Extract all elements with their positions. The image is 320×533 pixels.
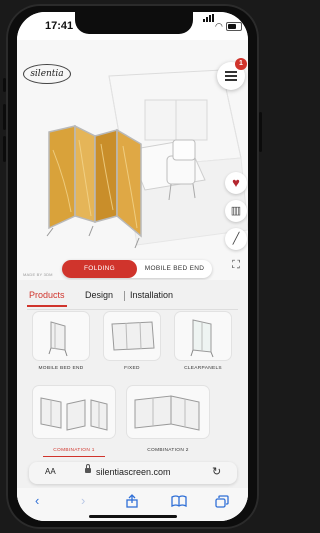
toggle-folding[interactable]: FOLDING	[62, 260, 137, 278]
chevron-left-icon: ‹	[35, 493, 40, 508]
notification-badge: 1	[235, 58, 247, 70]
lock-icon	[85, 464, 91, 473]
combination-1-thumbnail	[40, 397, 108, 431]
reader-options-button[interactable]: AA	[45, 467, 56, 476]
url-text[interactable]: silentiascreen.com	[96, 467, 171, 477]
product-label-fixed[interactable]: FIXED	[98, 366, 166, 371]
battery-icon	[226, 22, 242, 31]
fullscreen-icon: ⛶	[232, 259, 240, 271]
volume-up-button	[3, 104, 6, 130]
product-label-mobile-bed-end[interactable]: MOBILE BED END	[27, 366, 95, 371]
product-card-combination-2[interactable]	[127, 386, 209, 438]
forward-button[interactable]: ›	[81, 493, 85, 508]
chevron-right-icon: ›	[81, 493, 86, 508]
hamburger-icon	[225, 71, 237, 73]
browser-toolbar: ‹ ›	[17, 488, 248, 521]
toggle-mobile-bed-end[interactable]: MOBILE BED END	[137, 260, 212, 278]
tabs-icon	[215, 495, 229, 508]
product-card-fixed[interactable]	[104, 312, 160, 360]
tab-separator	[124, 291, 125, 301]
product-type-toggle[interactable]: FOLDING MOBILE BED END	[62, 260, 212, 278]
reload-icon[interactable]: ↻	[212, 465, 221, 478]
tabs-button[interactable]	[215, 495, 229, 511]
share-icon	[126, 494, 138, 508]
wifi-icon: ◠	[215, 21, 223, 31]
mute-switch	[3, 78, 6, 92]
hamburger-icon-bar	[225, 79, 237, 81]
tab-installation[interactable]: Installation	[130, 290, 173, 300]
product-card-clearpanels[interactable]	[175, 312, 231, 360]
measure-icon: ╱	[232, 233, 240, 245]
product-card-mobile-bed-end[interactable]	[33, 312, 89, 360]
measure-button[interactable]: ╱	[225, 228, 247, 250]
heart-icon: ♥	[232, 175, 240, 190]
address-bar[interactable]: AA silentiascreen.com ↻	[29, 462, 237, 484]
home-indicator	[89, 515, 177, 518]
status-bar: 17:41 ◠	[17, 12, 248, 40]
share-panel-icon: ▥	[230, 205, 242, 217]
product-card-combination-1[interactable]	[33, 386, 115, 438]
product-label-combination-1[interactable]: COMBINATION 1	[39, 448, 109, 453]
tab-design[interactable]: Design	[85, 290, 113, 300]
combination-1-underline	[43, 456, 105, 457]
clearpanels-thumbnail	[190, 319, 214, 358]
mobile-bed-end-thumbnail	[48, 321, 68, 357]
screen: 17:41 ◠ silentia 1 ♥ ▥ ╱ ⛶ FOLDING MOBIL…	[17, 12, 248, 521]
panel-share-button[interactable]: ▥	[225, 200, 247, 222]
tab-products[interactable]: Products	[29, 290, 65, 300]
hamburger-icon-bar	[225, 75, 237, 77]
bookmarks-icon	[171, 495, 187, 508]
tabs-divider	[27, 309, 238, 310]
bookmarks-button[interactable]	[171, 495, 187, 510]
product-label-clearpanels[interactable]: CLEARPANELS	[169, 366, 237, 371]
fullscreen-button[interactable]: ⛶	[225, 254, 247, 276]
favorite-button[interactable]: ♥	[225, 172, 247, 194]
volume-down-button	[3, 136, 6, 162]
power-button	[259, 112, 262, 152]
product-3d-viewer[interactable]: silentia 1 ♥ ▥ ╱ ⛶ FOLDING MOBILE BED EN…	[17, 40, 248, 280]
product-label-combination-2[interactable]: COMBINATION 2	[133, 448, 203, 453]
silentia-logo: silentia	[23, 64, 71, 84]
configurator-panel: Products Design Installation MOBILE BED …	[17, 280, 248, 521]
tab-bar: Products Design Installation	[27, 288, 238, 310]
status-time: 17:41	[45, 20, 74, 32]
dynamic-island	[75, 12, 193, 34]
made-by-label: MADE BY 3DM	[23, 272, 53, 277]
share-button[interactable]	[125, 494, 139, 511]
combination-2-thumbnail	[134, 395, 200, 431]
fixed-thumbnail	[111, 321, 155, 351]
tab-products-underline	[27, 305, 67, 307]
back-button[interactable]: ‹	[35, 493, 39, 508]
